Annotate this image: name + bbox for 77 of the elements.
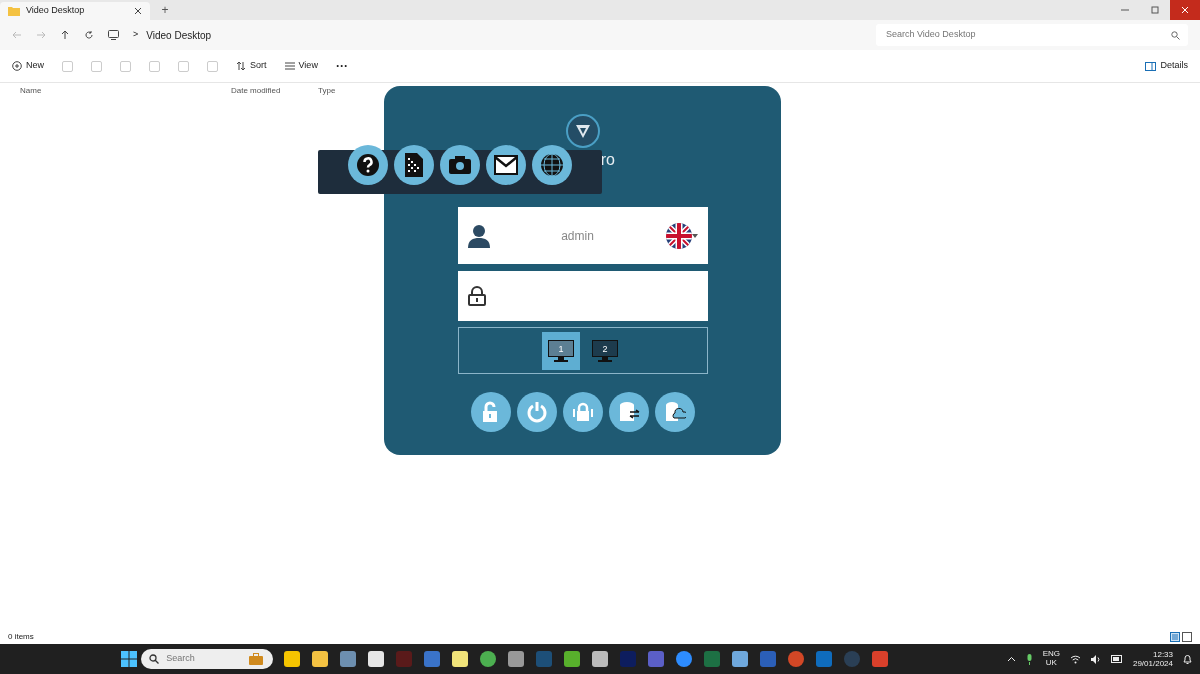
globe-icon [540,153,564,177]
folder-tab[interactable]: Video Desktop [0,2,150,20]
dropdown-caret-icon[interactable] [691,233,698,238]
column-header[interactable]: Name [20,85,231,97]
tab-title: Video Desktop [26,4,86,18]
search-box[interactable]: Search Video Desktop [876,24,1188,46]
password-field[interactable] [457,271,708,321]
app-icon[interactable] [563,651,580,667]
envelope-icon [494,153,518,177]
power-button[interactable] [516,392,557,432]
plus-circle-icon [12,61,22,71]
app-icon[interactable] [507,651,524,667]
up-arrow-icon[interactable] [60,30,70,40]
monitor-icon [108,30,119,40]
clock-date[interactable]: 29/01/2024 [1132,659,1173,669]
language-indicator[interactable]: ENG [1042,650,1060,659]
document-icon [402,153,426,177]
search-icon [1171,30,1180,40]
power-icon [525,401,548,423]
username-field[interactable]: admin [489,225,666,246]
app-icon[interactable] [451,651,468,667]
clock-time[interactable]: 12:33 [1132,649,1173,659]
mail-button[interactable] [486,145,526,185]
username-box[interactable]: admin [457,207,708,264]
v-shield-drawing [573,122,592,140]
close-icon [1181,6,1189,14]
item-count: 0 items [8,630,34,643]
region-indicator[interactable]: UK [1042,659,1060,668]
taskbar-search-box[interactable]: Search [141,649,274,669]
list-lines-icon [284,62,295,70]
screen-selector[interactable]: 2 [585,331,624,370]
bell-icon[interactable] [1183,654,1192,664]
padlock-arrows-icon [571,401,594,423]
windows-logo-icon[interactable] [120,651,137,667]
column-header[interactable]: Date modified [231,85,318,97]
sort-arrows-icon [236,61,246,71]
new-button[interactable]: New [12,59,44,73]
search-icon [149,654,160,664]
database-cloud-button[interactable] [654,392,695,432]
help-button[interactable] [348,145,388,185]
battery-icon[interactable] [1110,655,1123,663]
restore-icon[interactable] [1151,6,1159,14]
union-jack-flag-icon[interactable] [665,222,692,249]
tiles-view-icon[interactable] [1182,631,1192,642]
close-icon[interactable] [134,7,142,15]
breadcrumb-separator: > [133,28,139,42]
padlock-icon [467,286,486,306]
app-title: ro [600,152,615,168]
wifi-icon[interactable] [1069,654,1081,664]
breadcrumb-item[interactable]: Video Desktop [146,27,212,43]
speaker-icon[interactable] [1090,654,1101,664]
details-pane-icon [1145,61,1157,71]
screen-selector[interactable]: 1 [541,331,580,370]
question-mark-icon [356,153,380,177]
lock-switch-button[interactable] [562,392,603,432]
unlock-button[interactable] [470,392,511,432]
details-view-icon[interactable] [1169,631,1180,642]
globe-button[interactable] [532,145,572,185]
camera-button[interactable] [440,145,480,185]
view-button[interactable]: View [284,59,318,73]
camera-icon [448,153,472,177]
database-transfer-button[interactable] [608,392,649,432]
database-cloud-icon [663,401,686,423]
document-button[interactable] [394,145,434,185]
search-field[interactable]: Search Video Desktop [884,27,1144,43]
column-header[interactable]: Type [318,85,378,97]
database-arrows-icon [617,401,640,423]
more-button[interactable]: ··· [335,57,348,75]
user-icon [467,223,490,248]
taskbar-search-field[interactable]: Search [164,651,245,667]
briefcase-icon [249,653,264,665]
details-button[interactable]: Details [1145,59,1188,73]
new-tab-button[interactable]: + [150,0,180,20]
sort-button[interactable]: Sort [236,59,267,73]
chevron-up-icon[interactable] [1006,656,1016,662]
refresh-icon[interactable] [84,30,94,40]
microphone-icon[interactable] [1025,653,1033,665]
